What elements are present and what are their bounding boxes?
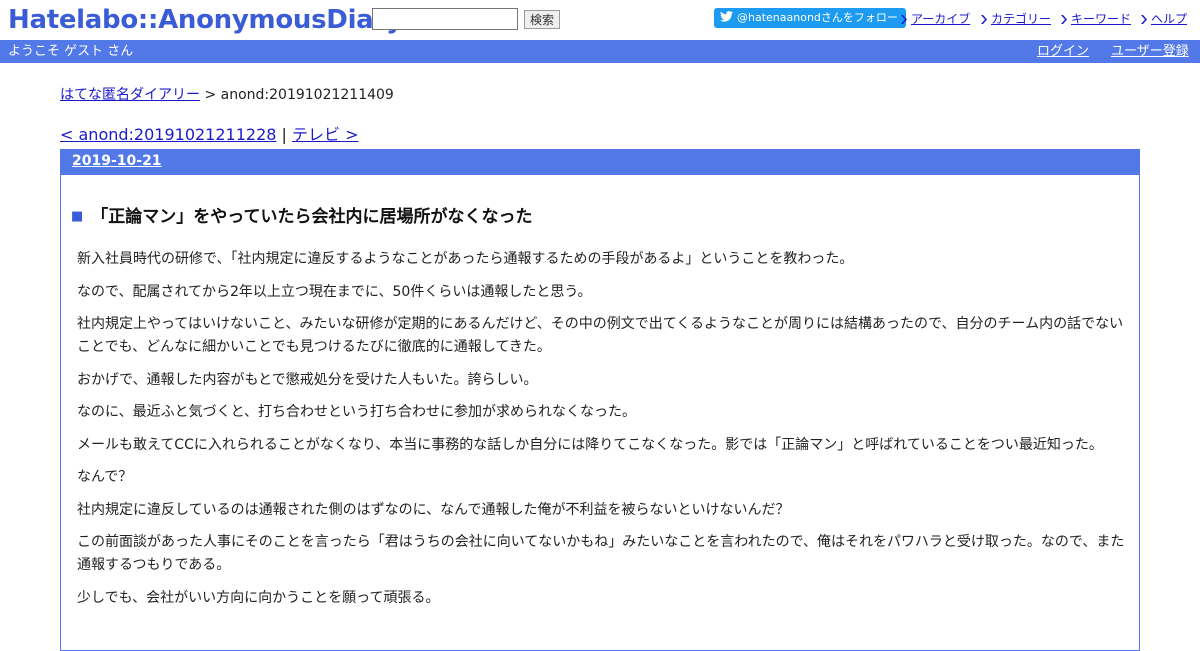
pager-separator: | [281,125,287,144]
day-header: 2019-10-21 [61,150,1139,175]
arrow-right-icon [901,15,907,24]
entry-paragraph: 少しでも、会社がいい方向に向かうことを願って頑張る。 [77,589,440,606]
search-input[interactable] [372,8,518,30]
arrow-right-icon [981,15,987,24]
entry-permalink-icon[interactable]: ■ [71,209,83,224]
login-link[interactable]: ログイン [1037,40,1089,63]
next-entry-link[interactable]: テレビ > [292,125,359,144]
entry-paragraph: 社内規定上やってはいけないこと、みたいな研修が定期的にあるんだけど、その中の例文… [77,316,1124,355]
site-header: Hatelabo::AnonymousDiary 検索 @hatenaanond… [0,0,1200,40]
twitter-bird-icon [720,11,733,22]
breadcrumb: はてな匿名ダイアリー > anond:20191021211409 [60,84,394,104]
nav-archive[interactable]: アーカイブ [901,10,970,27]
nav-category[interactable]: カテゴリー [981,10,1051,27]
entry-paragraph: おかげで、通報した内容がもとで懲戒処分を受けた人もいた。誇らしい。 [77,371,538,388]
entry-pager: < anond:20191021211228 | テレビ > [60,121,359,145]
entry-body: 新入社員時代の研修で、「社内規定に違反するようなことがあったら通報するための手段… [77,248,1131,619]
entry-title-text: 「正論マン」をやっていたら会社内に居場所がなくなった [91,207,533,227]
search-button[interactable]: 検索 [524,10,561,29]
arrow-right-icon [1141,15,1147,24]
breadcrumb-separator: > [204,87,217,103]
nav-help[interactable]: ヘルプ [1141,10,1187,27]
nav-keyword[interactable]: キーワード [1061,10,1131,27]
nav-keyword-label: キーワード [1071,12,1132,26]
breadcrumb-current: anond:20191021211409 [220,87,394,103]
entry-paragraph: 新入社員時代の研修で、「社内規定に違反するようなことがあったら通報するための手段… [77,251,854,267]
day-section: 2019-10-21 ■ 「正論マン」をやっていたら会社内に居場所がなくなった 新… [60,149,1140,651]
entry-paragraph: なので、配属されてから2年以上立つ現在までに、50件くらいは通報したと思う。 [77,283,592,300]
arrow-right-icon [1061,15,1067,24]
breadcrumb-home-link[interactable]: はてな匿名ダイアリー [60,87,200,103]
nav-help-label: ヘルプ [1151,12,1188,26]
welcome-text: ようこそ ゲスト さん [8,44,134,59]
site-logo[interactable]: Hatelabo::AnonymousDiary [8,2,403,38]
nav-archive-label: アーカイブ [911,12,971,26]
twitter-follow-label: @hatenaanondさんをフォロー [737,11,898,24]
entry-paragraph: なのに、最近ふと気づくと、打ち合わせという打ち合わせに参加が求められなくなった。 [77,404,637,420]
entry-paragraph: この前面談があった人事にそのことを言ったら「君はうちの会社に向いてないかもね」み… [77,534,1125,573]
twitter-follow-button[interactable]: @hatenaanondさんをフォロー [714,8,906,28]
entry-paragraph: 社内規定に違反しているのは通報された側のはずなのに、なんで通報した俺が不利益を被… [77,501,790,518]
prev-entry-link[interactable]: < anond:20191021211228 [60,125,276,144]
signup-link[interactable]: ユーザー登録 [1111,40,1189,63]
entry-title: ■ 「正論マン」をやっていたら会社内に居場所がなくなった [71,202,532,227]
entry-paragraph: なんで？ [77,469,133,485]
entry-paragraph: メールも敢えてCCに入れられることがなくなり、本当に事務的な話しか自分には降りて… [77,436,1103,453]
day-date-link[interactable]: 2019-10-21 [72,153,162,169]
user-bar: ようこそ ゲスト さん ログイン ユーザー登録 [0,40,1200,63]
nav-category-label: カテゴリー [991,12,1052,26]
